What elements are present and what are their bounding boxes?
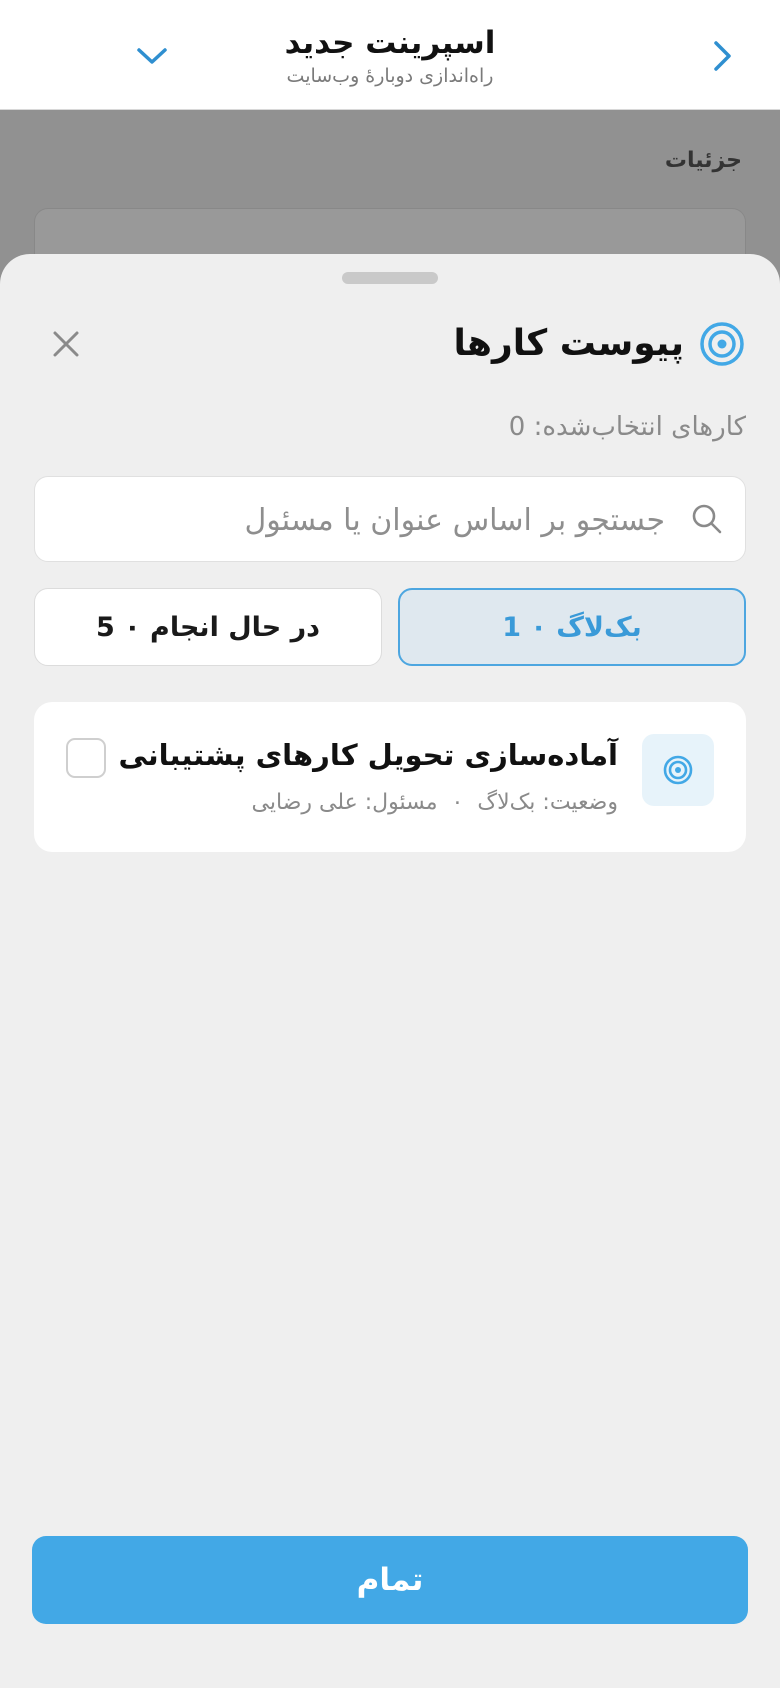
sheet-header: پیوست کارها <box>36 316 746 372</box>
app-bar-titles: اسپرینت جدید راه‌اندازی دوبارهٔ وب‌سایت <box>200 22 580 88</box>
target-icon <box>663 755 693 785</box>
tab-backlog[interactable]: بک‌لاگ ۰ 1 <box>398 588 746 666</box>
sheet-title: پیوست کارها <box>453 323 684 364</box>
drag-handle[interactable] <box>342 272 438 284</box>
done-button-label: تمام <box>356 1562 424 1598</box>
app-bar: اسپرینت جدید راه‌اندازی دوبارهٔ وب‌سایت <box>0 0 780 110</box>
back-button[interactable] <box>708 38 738 74</box>
task-icon-tile <box>642 734 714 806</box>
search-box <box>34 476 746 562</box>
attach-tasks-sheet: پیوست کارها کارهای انتخاب‌شده: 0 بک‌لاگ … <box>0 254 780 1688</box>
app-root: اسپرینت جدید راه‌اندازی دوبارهٔ وب‌سایت … <box>0 0 780 1688</box>
task-meta: وضعیت: بک‌لاگ ۰ مسئول: علی رضایی <box>252 788 618 818</box>
close-icon <box>53 331 79 357</box>
chevron-down-icon <box>137 48 167 64</box>
task-checkbox[interactable] <box>66 738 106 778</box>
tab-in-progress-label: در حال انجام ۰ 5 <box>95 611 321 643</box>
search-icon <box>692 504 722 534</box>
chevron-right-icon <box>714 41 731 71</box>
page-subtitle: راه‌اندازی دوبارهٔ وب‌سایت <box>286 65 494 87</box>
task-item[interactable]: آماده‌سازی تحویل کارهای پشتیبانی وضعیت: … <box>34 702 746 852</box>
task-status: وضعیت: بک‌لاگ <box>477 790 618 815</box>
done-button[interactable]: تمام <box>32 1536 748 1624</box>
selected-count: کارهای انتخاب‌شده: 0 <box>508 412 746 442</box>
close-button[interactable] <box>48 326 84 362</box>
tab-backlog-label: بک‌لاگ ۰ 1 <box>502 611 642 643</box>
target-icon <box>700 322 744 366</box>
task-assignee: مسئول: علی رضایی <box>251 790 438 815</box>
tab-in-progress[interactable]: در حال انجام ۰ 5 <box>34 588 382 666</box>
status-tabs: بک‌لاگ ۰ 1 در حال انجام ۰ 5 <box>34 588 746 666</box>
search-input[interactable] <box>55 495 665 545</box>
expand-button[interactable] <box>134 40 170 72</box>
meta-separator: ۰ <box>451 790 464 815</box>
page-title: اسپرینت جدید <box>284 25 496 61</box>
task-title: آماده‌سازی تحویل کارهای پشتیبانی <box>118 738 618 772</box>
